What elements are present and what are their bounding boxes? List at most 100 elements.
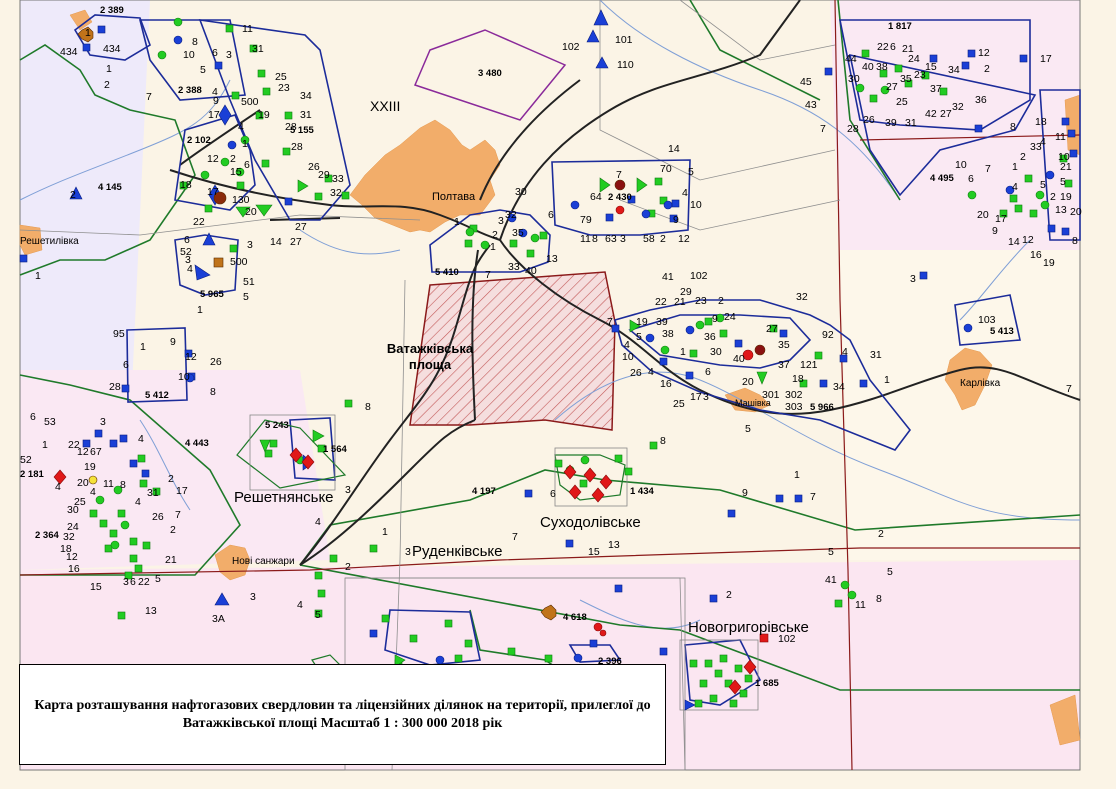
svg-text:3: 3 [405,546,411,558]
svg-text:6: 6 [705,366,711,378]
well-label: 102 [562,41,580,53]
svg-text:21: 21 [674,296,686,308]
svg-text:8: 8 [192,36,198,48]
area-number: 3 480 [478,68,502,79]
svg-text:8: 8 [210,386,216,398]
svg-text:5: 5 [887,566,893,578]
area-number: 2 364 [35,530,59,541]
svg-text:17: 17 [995,213,1007,225]
svg-text:6: 6 [968,173,974,185]
area-number: 5 243 [265,420,289,431]
area-number: 2 388 [178,85,202,96]
area-number: 1 817 [888,21,912,32]
svg-text:19: 19 [1043,257,1055,269]
svg-text:1: 1 [680,346,686,358]
svg-text:12: 12 [66,551,78,563]
svg-text:2: 2 [718,295,724,307]
svg-text:95: 95 [113,328,125,340]
svg-text:9: 9 [742,487,748,499]
svg-text:10: 10 [955,159,967,171]
svg-text:35: 35 [900,73,912,85]
svg-text:4: 4 [238,121,244,133]
svg-text:7: 7 [985,163,991,175]
svg-text:24: 24 [908,53,920,65]
svg-text:16: 16 [68,563,80,575]
svg-text:2: 2 [984,63,990,75]
svg-text:24: 24 [724,311,736,323]
svg-text:102: 102 [778,633,796,645]
svg-text:64: 64 [590,191,602,203]
svg-text:26: 26 [863,114,875,126]
svg-text:15: 15 [925,61,937,73]
well-label: 101 [615,34,633,46]
svg-text:5: 5 [243,291,249,303]
svg-text:25: 25 [896,96,908,108]
svg-text:23: 23 [914,69,926,81]
map-caption-box: Карта розташування нафтогазових свердлов… [19,664,666,765]
svg-text:28: 28 [291,141,303,153]
svg-text:7: 7 [175,509,181,521]
svg-text:8: 8 [592,233,598,245]
zone-label: XXIII [370,98,400,114]
svg-text:5: 5 [745,423,751,435]
svg-text:11: 11 [242,23,253,35]
svg-text:4: 4 [90,486,96,498]
svg-text:1: 1 [35,270,41,282]
svg-text:15: 15 [90,581,102,593]
svg-text:22: 22 [138,576,150,588]
svg-text:6: 6 [548,209,554,221]
svg-text:1: 1 [42,439,48,451]
area-number: 1 564 [323,444,347,455]
area-number: 2 389 [100,5,124,16]
svg-text:21: 21 [165,554,177,566]
svg-text:102: 102 [690,270,708,282]
svg-text:1: 1 [242,138,248,150]
svg-text:11: 11 [1055,131,1066,143]
svg-text:13: 13 [608,539,620,551]
svg-text:9: 9 [673,214,679,226]
svg-text:5: 5 [1040,179,1046,191]
svg-text:4: 4 [682,187,688,199]
svg-text:5: 5 [200,64,206,76]
svg-text:3: 3 [185,254,191,266]
svg-text:1: 1 [382,526,388,538]
well-label: 303 [785,401,803,413]
svg-text:4: 4 [138,433,144,445]
svg-text:63: 63 [605,233,617,245]
svg-text:2: 2 [1020,151,1026,163]
svg-text:45: 45 [800,76,812,88]
svg-text:8: 8 [876,593,882,605]
svg-text:3: 3 [100,416,106,428]
svg-text:14: 14 [270,236,282,248]
svg-text:6: 6 [550,488,556,500]
svg-text:37: 37 [930,83,942,95]
svg-text:15: 15 [588,546,600,558]
svg-text:22: 22 [193,216,205,228]
svg-text:2: 2 [168,473,174,485]
svg-text:6: 6 [123,359,129,371]
svg-text:7: 7 [485,269,491,281]
svg-text:3: 3 [703,391,709,403]
map-caption: Карта розташування нафтогазових свердлов… [34,697,651,731]
svg-text:20: 20 [742,376,754,388]
area-number: 2 430 [608,192,632,203]
svg-text:31: 31 [300,109,312,121]
svg-text:12: 12 [185,351,197,363]
well-label: 110 [617,59,634,71]
svg-text:4: 4 [1012,181,1018,193]
svg-text:33: 33 [332,173,344,185]
svg-text:4: 4 [842,346,848,358]
svg-text:51: 51 [243,276,255,288]
svg-text:31: 31 [870,349,882,361]
svg-text:12: 12 [978,47,990,59]
svg-text:12: 12 [1022,234,1034,246]
svg-text:9: 9 [712,313,718,325]
svg-text:20: 20 [977,209,989,221]
svg-text:42: 42 [925,108,937,120]
svg-text:4: 4 [55,481,61,493]
town-label-novi-sanzhary: Нові санжари [232,556,295,567]
svg-text:31: 31 [905,117,917,129]
svg-text:40: 40 [525,265,537,277]
svg-text:121: 121 [800,359,818,371]
svg-text:30: 30 [515,186,527,198]
